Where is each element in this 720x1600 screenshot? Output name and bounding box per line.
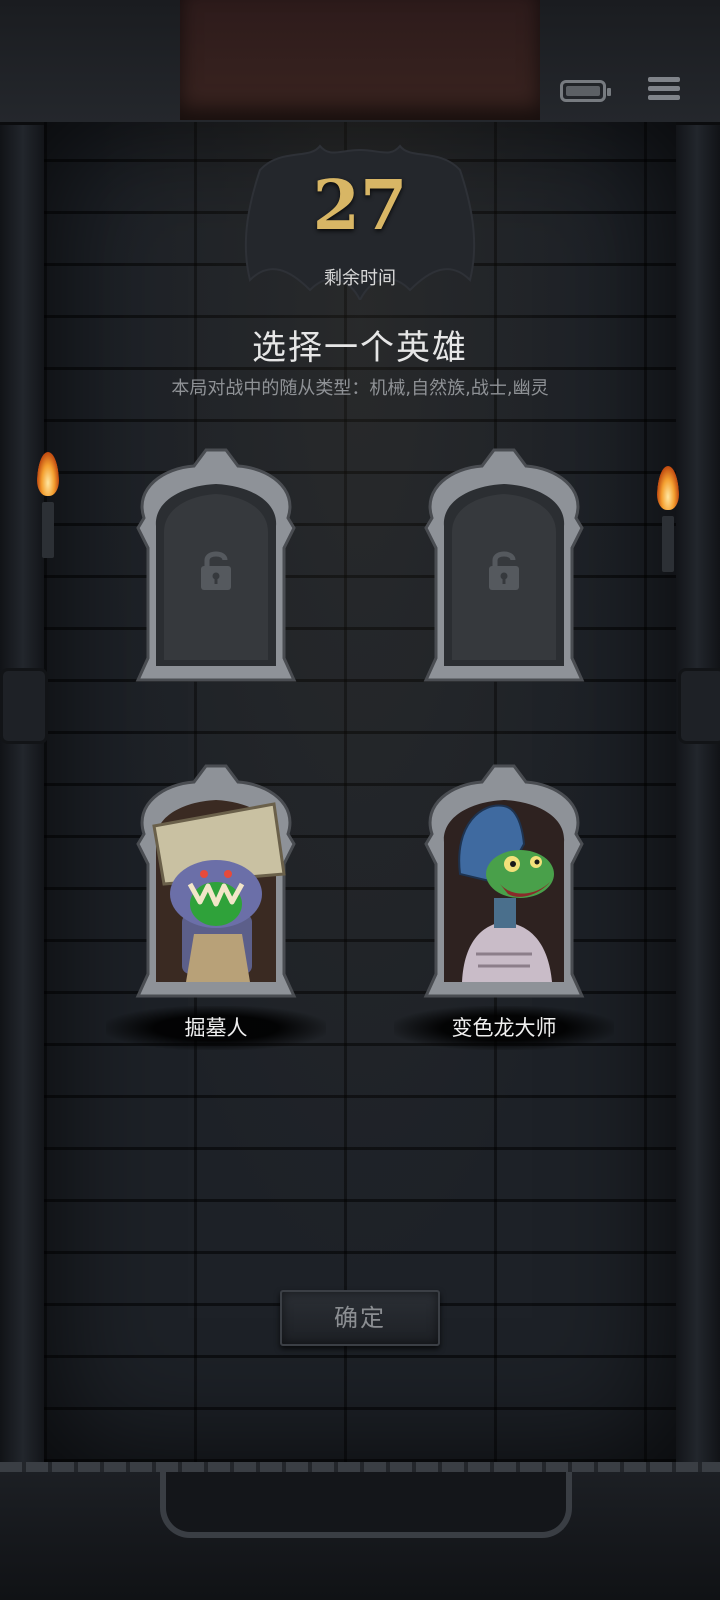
- right-wall-bracket: [678, 668, 720, 744]
- floor-rail: [0, 1462, 720, 1472]
- left-pillar: [0, 0, 46, 1600]
- hero-name-chameleon-master: 变色龙大师: [394, 1006, 614, 1050]
- hero-card-gravedigger[interactable]: [124, 764, 308, 1002]
- lock-icon: [486, 548, 522, 592]
- hero-name-gravedigger: 掘墓人: [106, 1006, 326, 1050]
- timer-label: 剩余时间: [324, 268, 396, 289]
- page-title: 选择一个英雄: [252, 328, 468, 368]
- left-wall-bracket: [0, 668, 48, 744]
- top-curtain: [180, 0, 540, 120]
- confirm-button[interactable]: 确定: [280, 1290, 440, 1346]
- minion-types-subtitle: 本局对战中的随从类型：机械,自然族,战士,幽灵: [171, 378, 549, 399]
- right-pillar: [674, 0, 720, 1600]
- left-torch-icon: [32, 452, 62, 562]
- game-scene: 27 剩余时间 选择一个英雄 本局对战中的随从类型：机械,自然族,战士,幽灵 掘…: [0, 0, 720, 1600]
- battery-icon: [560, 80, 611, 102]
- timer-value: 27: [312, 166, 408, 246]
- hero-card-chameleon-master[interactable]: [412, 764, 596, 1002]
- floor-notch: [160, 1472, 572, 1538]
- hero-slot-locked-1[interactable]: [124, 448, 308, 686]
- menu-icon[interactable]: [648, 74, 680, 106]
- right-torch-icon: [652, 466, 682, 576]
- lock-icon: [198, 548, 234, 592]
- hero-slot-locked-2[interactable]: [412, 448, 596, 686]
